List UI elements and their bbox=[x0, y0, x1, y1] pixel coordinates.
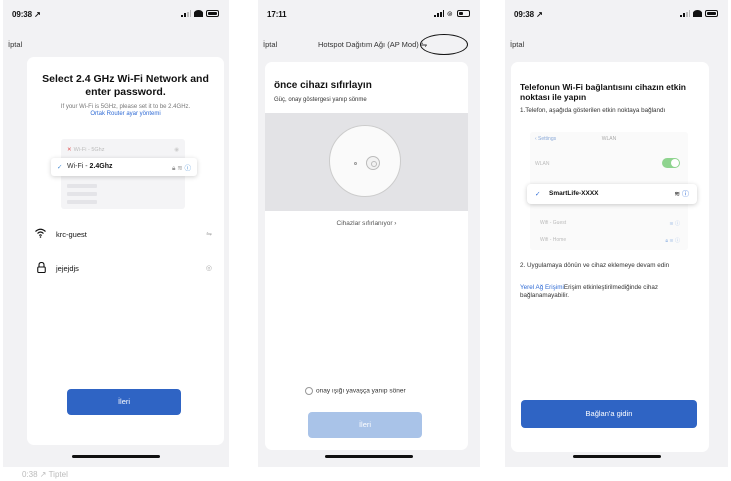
phone-screen-reset-device: 17:11 ⊚ İptal Hotspot Dağıtım Ağı (AP Mo… bbox=[258, 0, 480, 467]
device-illustration bbox=[265, 113, 468, 211]
step-one-text: 1.Telefon, aşağıda gösterilen etkin nokt… bbox=[520, 107, 666, 114]
frequency-hint: If your Wi-Fi is 5GHz, please set it to … bbox=[60, 104, 191, 110]
check-icon: ✓ bbox=[535, 191, 541, 198]
settings-header: ‹ Settings WLAN bbox=[530, 132, 688, 146]
other-network-row: Wifi - Guest ≋ ⓘ bbox=[540, 220, 680, 227]
next-button[interactable]: İleri bbox=[308, 412, 422, 438]
lock-icon bbox=[37, 261, 46, 274]
wifi-icon bbox=[35, 228, 46, 238]
radio-icon[interactable] bbox=[305, 387, 313, 395]
network-band: 2.4Ghz bbox=[89, 163, 113, 170]
wlan-label: WLAN bbox=[535, 161, 550, 167]
wifi-status-icon bbox=[193, 10, 203, 18]
device-icon bbox=[329, 125, 401, 197]
signal-icon bbox=[679, 10, 690, 18]
status-bar: 17:11 ⊚ bbox=[258, 0, 480, 28]
placeholder-bar bbox=[67, 184, 97, 188]
local-network-note: Yerel Ağ ErişimiErişim etkinleştirilmedi… bbox=[520, 284, 700, 299]
nav-bar: İptal bbox=[505, 36, 728, 52]
annotation-circle bbox=[420, 34, 468, 55]
confirm-label: onay ışığı yavaşça yanıp söner bbox=[316, 387, 406, 395]
home-indicator bbox=[72, 455, 160, 458]
battery-icon bbox=[457, 10, 470, 18]
page-title: önce cihazı sıfırlayın bbox=[274, 80, 372, 91]
cancel-button[interactable]: İptal bbox=[510, 40, 524, 49]
settings-title: WLAN bbox=[601, 136, 617, 142]
signal-icon bbox=[180, 10, 191, 18]
wifi-form-card: Select 2.4 GHz Wi-Fi Network and enter p… bbox=[27, 57, 224, 445]
status-icons bbox=[180, 9, 219, 18]
reset-help-link[interactable]: Cihazlar sıfırlanıyor › bbox=[265, 220, 468, 227]
battery-icon bbox=[206, 10, 219, 18]
network-icons: 🔒︎ ≋ ⓘ bbox=[665, 238, 680, 244]
password-field[interactable]: jejejdjs ◎ bbox=[35, 261, 212, 277]
led-indicator bbox=[354, 162, 357, 165]
connect-card: Telefonun Wi-Fi bağlantısını cihazın etk… bbox=[511, 62, 709, 452]
placeholder-bar bbox=[67, 192, 97, 196]
router-settings-link[interactable]: Ortak Router ayar yöntemi bbox=[31, 111, 220, 117]
page-title: Telefonun Wi-Fi bağlantısını cihazın etk… bbox=[520, 82, 686, 102]
nav-title-mode: (AP Mod) bbox=[387, 40, 419, 49]
nav-bar: İptal bbox=[3, 36, 229, 52]
wlan-toggle bbox=[662, 158, 680, 168]
selected-network-row: ✓ Wi-Fi - 2.4Ghz 🔒︎ ≋ ⓘ bbox=[51, 158, 197, 176]
other-network-label: Wifi - Guest bbox=[540, 220, 567, 226]
password-value: jejejdjs bbox=[56, 264, 79, 273]
local-network-link[interactable]: Yerel Ağ Erişimi bbox=[520, 284, 564, 291]
cropped-status-caption: 0:38 ↗ Tiptel bbox=[22, 470, 68, 479]
cancel-button[interactable]: İptal bbox=[8, 40, 22, 49]
info-icon: ⓘ bbox=[184, 165, 192, 172]
status-time: 09:38 ↗ bbox=[514, 10, 543, 19]
page-title: Select 2.4 GHz Wi-Fi Network and enter p… bbox=[42, 73, 209, 98]
status-icons: ⊚ bbox=[433, 9, 470, 18]
status-time: 17:11 bbox=[267, 10, 287, 19]
wifi-small-icon: ◉ bbox=[174, 147, 179, 153]
page-subtitle: Güç, onay göstergesi yanıp sönme bbox=[274, 97, 367, 103]
status-bar: 09:38 ↗ bbox=[505, 0, 728, 28]
signal-icon bbox=[433, 10, 444, 18]
other-network-row: Wifi - Home 🔒︎ ≋ ⓘ bbox=[540, 237, 680, 244]
confirm-checkbox[interactable]: onay ışığı yavaşça yanıp söner bbox=[305, 387, 406, 395]
step-two-text: 2. Uygulamaya dönün ve cihaz eklemeye de… bbox=[520, 262, 670, 269]
network-icons: ≋ ⓘ bbox=[669, 221, 680, 227]
status-icons bbox=[679, 9, 718, 18]
network-name: krc-guest bbox=[56, 230, 87, 239]
bad-network-label: Wi-Fi - 5Ghz bbox=[73, 147, 105, 153]
network-prefix: Wi-Fi - bbox=[67, 163, 90, 170]
other-network-label: Wifi - Home bbox=[540, 237, 567, 243]
cancel-button[interactable]: İptal bbox=[263, 40, 277, 49]
reset-knob bbox=[366, 156, 380, 170]
status-bar: 09:38 ↗ bbox=[3, 0, 229, 28]
eye-icon[interactable]: ◎ bbox=[206, 264, 212, 272]
phone-screen-wifi-setup: 09:38 ↗ İptal Select 2.4 GHz Wi-Fi Netwo… bbox=[3, 0, 229, 467]
info-icon: ⓘ bbox=[682, 191, 689, 198]
connect-button[interactable]: Bağlan'a gidin bbox=[521, 400, 697, 428]
switch-network-icon[interactable]: ⇋ bbox=[206, 230, 212, 238]
check-icon: ✓ bbox=[57, 164, 63, 171]
network-icons: 🔒︎ ≋ ⓘ bbox=[171, 165, 192, 172]
hotspot-icon: ⊚ bbox=[446, 11, 454, 18]
phone-screen-connect-hotspot: 09:38 ↗ İptal Telefonun Wi-Fi bağlantısı… bbox=[505, 0, 728, 467]
status-time: 09:38 ↗ bbox=[12, 10, 41, 19]
wifi-status-icon bbox=[692, 10, 702, 18]
nav-title-prefix: Hotspot Dağıtım Ağı bbox=[318, 40, 388, 49]
cross-icon: ✕ bbox=[67, 147, 72, 153]
selected-network-label: Wi-Fi - 2.4Ghz bbox=[67, 163, 113, 170]
next-button[interactable]: İleri bbox=[67, 389, 181, 415]
battery-icon bbox=[705, 10, 718, 18]
selected-network-row: ✓ SmartLife-XXXX ≋ ⓘ bbox=[527, 184, 697, 204]
home-indicator bbox=[572, 455, 661, 458]
network-field[interactable]: krc-guest ⇋ bbox=[35, 227, 212, 243]
reset-card: önce cihazı sıfırlayın Güç, onay gösterg… bbox=[265, 62, 468, 450]
selected-network-label: SmartLife-XXXX bbox=[549, 190, 599, 197]
placeholder-bar bbox=[67, 200, 97, 204]
network-icons: ≋ ⓘ bbox=[674, 191, 689, 198]
home-indicator bbox=[325, 455, 413, 458]
